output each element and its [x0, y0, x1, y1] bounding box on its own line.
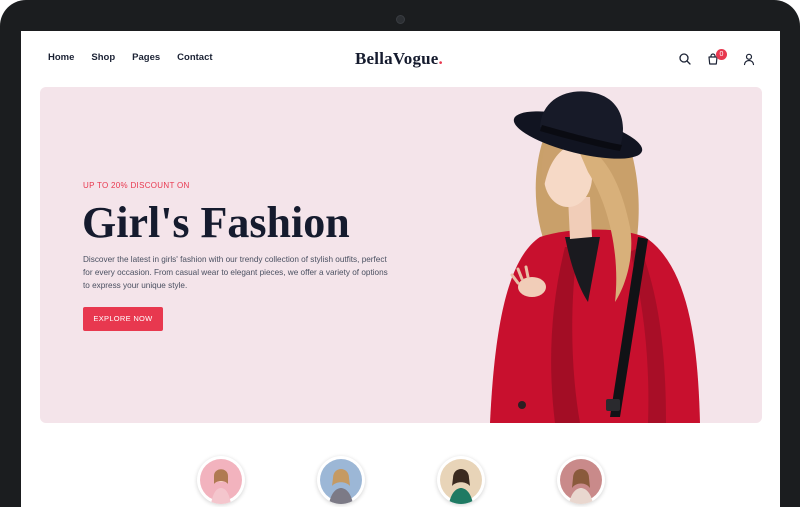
explore-now-button[interactable]: EXPLORE NOW — [83, 307, 163, 331]
hero-eyebrow: UP TO 20% DISCOUNT ON — [83, 181, 190, 190]
hero-model-image — [490, 91, 700, 423]
search-icon[interactable] — [678, 52, 692, 66]
browser-screen: Home Shop Pages Contact BellaVogue. 0 UP… — [21, 31, 780, 507]
category-image-4 — [560, 459, 602, 504]
brand-name: BellaVogue — [355, 49, 439, 68]
hero-banner: UP TO 20% DISCOUNT ON Girl's Fashion Dis… — [40, 87, 762, 423]
user-icon[interactable] — [742, 52, 756, 66]
camera-icon — [396, 15, 405, 24]
category-thumb-1[interactable] — [197, 456, 245, 504]
brand-logo[interactable]: BellaVogue. — [355, 49, 443, 69]
category-thumb-2[interactable] — [317, 456, 365, 504]
nav-shop[interactable]: Shop — [91, 52, 115, 63]
hero-title: Girl's Fashion — [82, 198, 350, 247]
nav-contact[interactable]: Contact — [177, 52, 212, 63]
category-thumb-4[interactable] — [557, 456, 605, 504]
nav-home[interactable]: Home — [48, 52, 74, 63]
hero-description: Discover the latest in girls' fashion wi… — [83, 255, 388, 290]
header-icons: 0 — [678, 49, 758, 68]
category-image-1 — [200, 459, 242, 504]
category-image-3 — [440, 459, 482, 504]
brand-dot: . — [438, 49, 443, 68]
category-image-2 — [320, 459, 362, 504]
category-thumb-3[interactable] — [437, 456, 485, 504]
cart-count-badge: 0 — [716, 49, 727, 60]
main-nav: Home Shop Pages Contact — [48, 52, 230, 63]
nav-pages[interactable]: Pages — [132, 52, 160, 63]
